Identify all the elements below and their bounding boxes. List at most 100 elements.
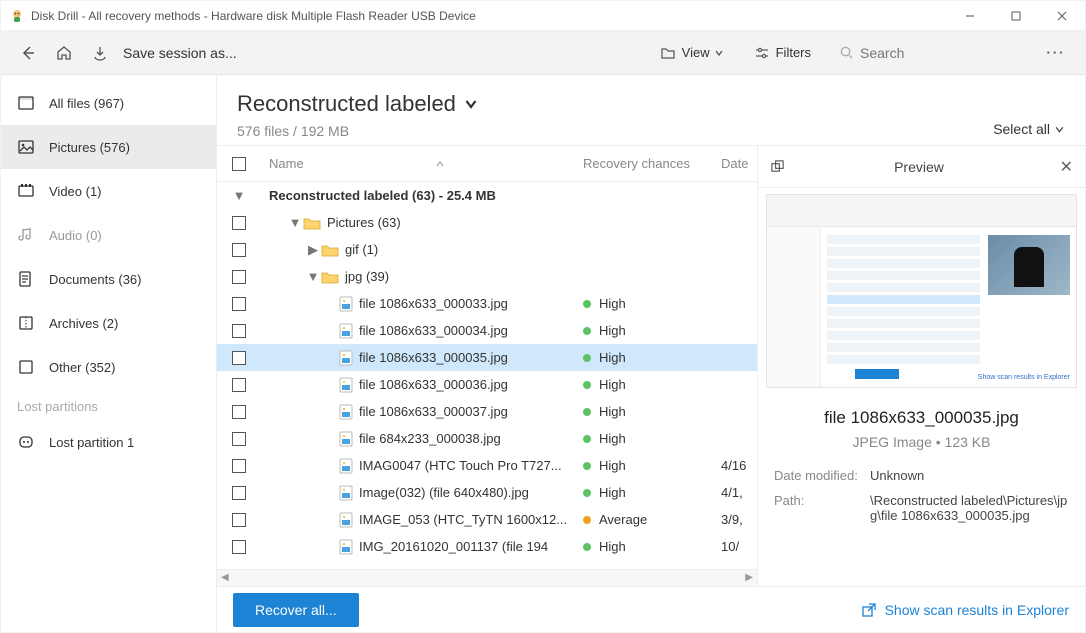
file-row[interactable]: IMG_20161020_001137 (file 194High10/ [217, 533, 757, 560]
external-link-icon [861, 602, 877, 618]
file-row[interactable]: IMAG0047 (HTC Touch Pro T727...High4/16 [217, 452, 757, 479]
row-checkbox[interactable] [232, 432, 246, 446]
sidebar-item[interactable]: Other (352) [1, 345, 216, 389]
maximize-button[interactable] [993, 1, 1039, 31]
select-all-menu[interactable]: Select all [993, 91, 1065, 137]
sidebar-label: Lost partition 1 [49, 435, 134, 450]
toolbar: Save session as... View Filters ··· [1, 31, 1085, 75]
sidebar-item-lost-partition[interactable]: Lost partition 1 [1, 420, 216, 464]
search-input[interactable] [860, 45, 1010, 61]
sidebar-item[interactable]: Archives (2) [1, 301, 216, 345]
field-label: Path: [774, 493, 870, 508]
sidebar-item[interactable]: Audio (0) [1, 213, 216, 257]
file-icon [339, 539, 353, 555]
recovery-label: High [599, 377, 626, 392]
row-checkbox[interactable] [232, 297, 246, 311]
row-checkbox[interactable] [232, 216, 246, 230]
row-checkbox[interactable] [232, 540, 246, 554]
column-name[interactable]: Name [261, 156, 577, 171]
sidebar-icon [17, 226, 35, 244]
folder-name: Pictures (63) [327, 215, 401, 230]
filters-button[interactable]: Filters [744, 39, 821, 67]
pop-out-button[interactable] [770, 159, 785, 174]
recover-all-button[interactable]: Recover all... [233, 593, 359, 627]
preview-filename: file 1086x633_000035.jpg [768, 408, 1075, 428]
horizontal-scrollbar[interactable]: ◀ ▶ [217, 569, 757, 586]
row-checkbox[interactable] [232, 459, 246, 473]
scroll-left-icon: ◀ [221, 572, 229, 583]
show-in-explorer-link[interactable]: Show scan results in Explorer [861, 602, 1069, 618]
content-subtitle: 576 files / 192 MB [237, 123, 480, 139]
file-name: file 1086x633_000037.jpg [359, 404, 508, 419]
recovery-label: Average [599, 512, 647, 527]
preview-image[interactable]: Show scan results in Explorer [766, 194, 1077, 388]
more-button[interactable]: ··· [1039, 36, 1073, 70]
row-checkbox[interactable] [232, 513, 246, 527]
collapse-icon[interactable]: ▼ [287, 215, 303, 230]
sidebar-item[interactable]: All files (967) [1, 81, 216, 125]
row-checkbox[interactable] [232, 405, 246, 419]
row-checkbox[interactable] [232, 243, 246, 257]
field-value: Unknown [870, 468, 1069, 483]
sidebar-label: Documents (36) [49, 272, 141, 287]
titlebar: Disk Drill - All recovery methods - Hard… [1, 1, 1085, 31]
preview-title: Preview [785, 159, 1053, 175]
file-row[interactable]: file 684x233_000038.jpgHigh [217, 425, 757, 452]
save-session-button[interactable] [83, 36, 117, 70]
folder-row[interactable]: ▼ Pictures (63) [217, 209, 757, 236]
folder-row[interactable]: ▼jpg (39) [217, 263, 757, 290]
minimize-button[interactable] [947, 1, 993, 31]
file-row[interactable]: file 1086x633_000034.jpgHigh [217, 317, 757, 344]
column-recovery[interactable]: Recovery chances [577, 156, 717, 171]
folder-row[interactable]: ▶gif (1) [217, 236, 757, 263]
search-box[interactable] [831, 41, 1031, 65]
view-label: View [682, 45, 710, 60]
sidebar-item[interactable]: Video (1) [1, 169, 216, 213]
file-name: file 1086x633_000035.jpg [359, 350, 508, 365]
row-checkbox[interactable] [232, 324, 246, 338]
file-date: 4/1, [717, 485, 757, 500]
folder-icon [321, 270, 339, 284]
row-checkbox[interactable] [232, 378, 246, 392]
partition-icon [17, 433, 35, 451]
preview-close-button[interactable]: ✕ [1053, 157, 1073, 177]
collapse-icon[interactable]: ▼ [305, 269, 321, 284]
recovery-dot-icon [583, 435, 591, 443]
expand-icon[interactable]: ▶ [305, 242, 321, 258]
file-row[interactable]: file 1086x633_000036.jpgHigh [217, 371, 757, 398]
recovery-dot-icon [583, 516, 591, 524]
collapse-icon[interactable]: ▼ [231, 188, 247, 203]
file-row[interactable]: Image(032) (file 640x480).jpgHigh4/1, [217, 479, 757, 506]
recovery-dot-icon [583, 354, 591, 362]
sidebar-label: Archives (2) [49, 316, 118, 331]
save-session-label[interactable]: Save session as... [123, 45, 237, 61]
file-icon [339, 296, 353, 312]
select-all-checkbox[interactable] [232, 157, 246, 171]
row-checkbox[interactable] [232, 351, 246, 365]
recovery-dot-icon [583, 381, 591, 389]
sidebar-icon [17, 182, 35, 200]
file-row[interactable]: IMAGE_053 (HTC_TyTN 1600x12...Average3/9… [217, 506, 757, 533]
file-row[interactable]: file 1086x633_000037.jpgHigh [217, 398, 757, 425]
field-value: \Reconstructed labeled\Pictures\jpg\file… [870, 493, 1069, 523]
group-header-row[interactable]: ▼Reconstructed labeled (63) - 25.4 MB [217, 182, 757, 209]
recovery-label: High [599, 296, 626, 311]
content-title[interactable]: Reconstructed labeled [237, 91, 480, 117]
arrow-left-icon [19, 44, 37, 62]
view-menu-button[interactable]: View [650, 39, 740, 67]
back-button[interactable] [11, 36, 45, 70]
row-checkbox[interactable] [232, 486, 246, 500]
file-icon [339, 485, 353, 501]
sidebar-icon [17, 270, 35, 288]
file-row[interactable]: file 1086x633_000033.jpgHigh [217, 290, 757, 317]
column-date[interactable]: Date [717, 156, 757, 171]
file-row[interactable]: file 1086x633_000035.jpgHigh [217, 344, 757, 371]
sidebar-item[interactable]: Pictures (576) [1, 125, 216, 169]
preview-panel: Preview ✕ S [757, 146, 1085, 586]
home-button[interactable] [47, 36, 81, 70]
sidebar-item[interactable]: Documents (36) [1, 257, 216, 301]
sliders-icon [754, 45, 770, 61]
close-button[interactable] [1039, 1, 1085, 31]
home-icon [55, 44, 73, 62]
row-checkbox[interactable] [232, 270, 246, 284]
